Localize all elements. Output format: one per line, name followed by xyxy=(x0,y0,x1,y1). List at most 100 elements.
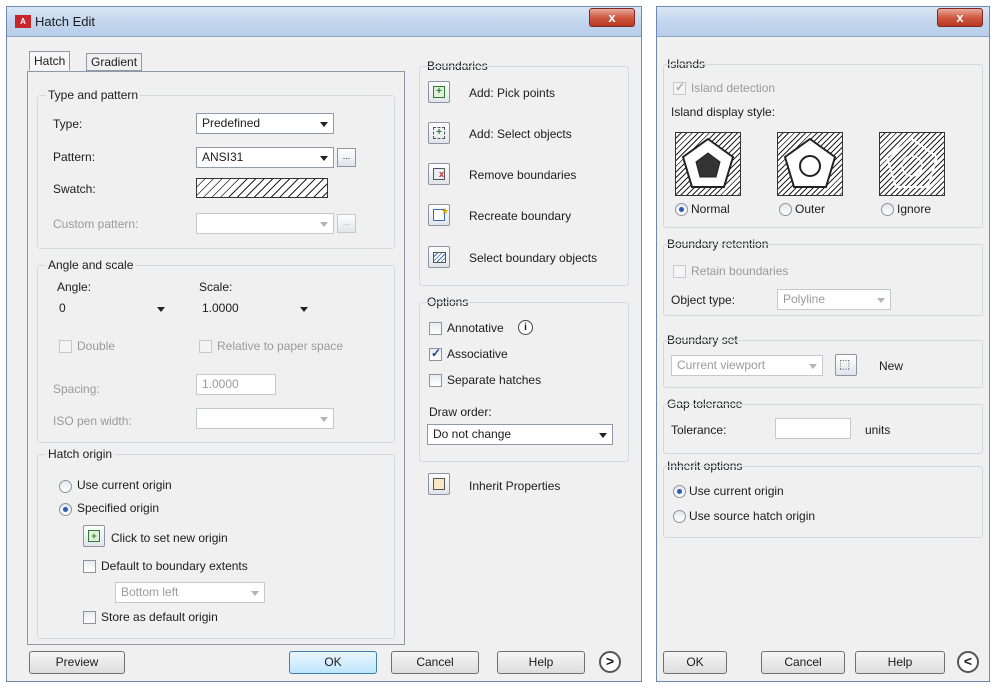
ok-button[interactable]: OK xyxy=(289,651,377,674)
preview-button[interactable]: Preview xyxy=(29,651,125,674)
tab-hatch[interactable]: Hatch xyxy=(29,51,71,71)
relative-paper-checkbox[interactable] xyxy=(199,340,212,353)
swatch-preview[interactable] xyxy=(196,178,328,198)
hatch-more-options-panel: x Islands ✓ Island detection Island disp… xyxy=(656,6,990,682)
double-checkbox[interactable] xyxy=(59,340,72,353)
cancel-button[interactable]: Cancel xyxy=(761,651,845,674)
close-button[interactable]: x xyxy=(589,8,635,27)
store-default-checkbox[interactable] xyxy=(83,611,96,624)
island-ignore-preview[interactable] xyxy=(879,132,945,196)
draw-order-value: Do not change xyxy=(433,427,512,441)
boundary-set-select[interactable]: Current viewport xyxy=(671,355,823,376)
relative-paper-label: Relative to paper space xyxy=(217,339,344,353)
spacing-input[interactable]: 1.0000 xyxy=(196,374,276,395)
pentagon-normal-icon xyxy=(681,137,735,188)
expand-arrow-icon[interactable]: > xyxy=(599,651,621,673)
help-button[interactable]: Help xyxy=(855,651,945,674)
island-ignore-radio[interactable] xyxy=(881,203,894,216)
tolerance-input[interactable] xyxy=(775,418,851,439)
inherit-source-origin-radio[interactable] xyxy=(673,510,686,523)
draw-order-select[interactable]: Do not change xyxy=(427,424,613,445)
store-default-label: Store as default origin xyxy=(101,610,218,624)
dialog-title: Hatch Edit xyxy=(35,14,95,29)
inherit-properties-button[interactable] xyxy=(428,473,450,495)
ok-button[interactable]: OK xyxy=(663,651,727,674)
chevron-down-icon xyxy=(320,417,328,422)
island-outer-preview[interactable] xyxy=(777,132,843,196)
scale-select[interactable]: 1.0000 xyxy=(196,298,314,319)
retain-boundaries-checkbox[interactable] xyxy=(673,265,686,278)
retain-boundaries-label: Retain boundaries xyxy=(691,264,789,278)
scale-value: 1.0000 xyxy=(202,301,239,315)
object-type-select[interactable]: Polyline xyxy=(777,289,891,310)
island-outer-radio[interactable] xyxy=(779,203,792,216)
object-type-value: Polyline xyxy=(783,292,826,306)
type-label: Type: xyxy=(53,117,83,131)
add-pick-points-button[interactable]: + xyxy=(428,81,450,103)
island-detection-checkbox[interactable]: ✓ xyxy=(673,80,686,95)
select-cursor-icon: ⬚ xyxy=(839,357,851,371)
remove-boundaries-label: Remove boundaries xyxy=(469,168,577,182)
select-boundary-objects-button[interactable] xyxy=(428,246,450,268)
type-select[interactable]: Predefined xyxy=(196,113,334,134)
recreate-star-icon: ★ xyxy=(441,206,450,216)
add-select-objects-button[interactable]: + xyxy=(428,122,450,144)
add-select-objects-label: Add: Select objects xyxy=(469,127,572,141)
default-extents-label: Default to boundary extents xyxy=(101,559,248,573)
set-origin-icon: + xyxy=(88,530,100,542)
scale-label: Scale: xyxy=(199,280,233,294)
custom-pattern-select[interactable] xyxy=(196,213,334,234)
add-pick-points-icon: + xyxy=(433,86,445,98)
chevron-down-icon xyxy=(320,122,328,127)
radio-dot xyxy=(63,507,68,512)
spacing-label: Spacing: xyxy=(53,382,100,396)
associative-checkbox[interactable]: ✓ xyxy=(429,346,442,361)
associative-label: Associative xyxy=(447,347,508,361)
specified-origin-radio[interactable] xyxy=(59,503,72,516)
pattern-browse-button[interactable]: ... xyxy=(337,148,356,167)
cancel-button[interactable]: Cancel xyxy=(391,651,479,674)
tab-gradient[interactable]: Gradient xyxy=(86,53,143,71)
collapse-arrow-icon[interactable]: < xyxy=(957,651,979,673)
default-extents-checkbox[interactable] xyxy=(83,560,96,573)
custom-browse-button[interactable]: ... xyxy=(337,214,356,233)
pattern-value: ANSI31 xyxy=(202,150,244,164)
chevron-down-icon xyxy=(599,433,607,438)
inherit-current-origin-radio[interactable] xyxy=(673,485,686,498)
iso-pen-select[interactable] xyxy=(196,408,334,429)
angle-select[interactable]: 0 xyxy=(53,298,171,319)
dialog-titlebar: A Hatch Edit x xyxy=(7,7,641,37)
inherit-properties-label: Inherit Properties xyxy=(469,479,561,493)
radio-dot xyxy=(677,489,682,494)
annotative-checkbox[interactable] xyxy=(429,322,442,335)
close-button[interactable]: x xyxy=(937,8,983,27)
separate-hatches-checkbox[interactable] xyxy=(429,374,442,387)
select-boundary-objects-icon xyxy=(433,252,446,263)
pattern-select[interactable]: ANSI31 xyxy=(196,147,334,168)
remove-boundaries-button[interactable]: x xyxy=(428,163,450,185)
swatch-label: Swatch: xyxy=(53,182,96,196)
extents-select[interactable]: Bottom left xyxy=(115,582,265,603)
checkmark-icon: ✓ xyxy=(431,346,442,360)
new-label: New xyxy=(879,359,904,373)
set-origin-button[interactable]: + xyxy=(83,525,105,547)
chevron-down-icon xyxy=(320,222,328,227)
recreate-boundary-label: Recreate boundary xyxy=(469,209,572,223)
help-button[interactable]: Help xyxy=(497,651,585,674)
hatch-edit-dialog: A Hatch Edit x Hatch Gradient Type and p… xyxy=(6,6,642,682)
recreate-boundary-button[interactable]: ★ xyxy=(428,204,450,226)
chevron-down-icon xyxy=(320,156,328,161)
chevron-down-icon xyxy=(877,298,885,303)
inherit-properties-icon xyxy=(433,478,445,490)
island-normal-radio[interactable] xyxy=(675,203,688,216)
select-boundary-objects-label: Select boundary objects xyxy=(469,251,598,265)
use-current-origin-radio[interactable] xyxy=(59,480,72,493)
info-icon[interactable]: i xyxy=(518,320,533,335)
group-title: Type and pattern xyxy=(46,88,141,102)
set-origin-label: Click to set new origin xyxy=(111,531,228,545)
add-pick-points-label: Add: Pick points xyxy=(469,86,556,100)
island-normal-label: Normal xyxy=(691,202,730,216)
new-boundary-set-button[interactable]: ⬚ xyxy=(835,354,857,376)
island-detection-label: Island detection xyxy=(691,81,776,95)
island-normal-preview[interactable] xyxy=(675,132,741,196)
